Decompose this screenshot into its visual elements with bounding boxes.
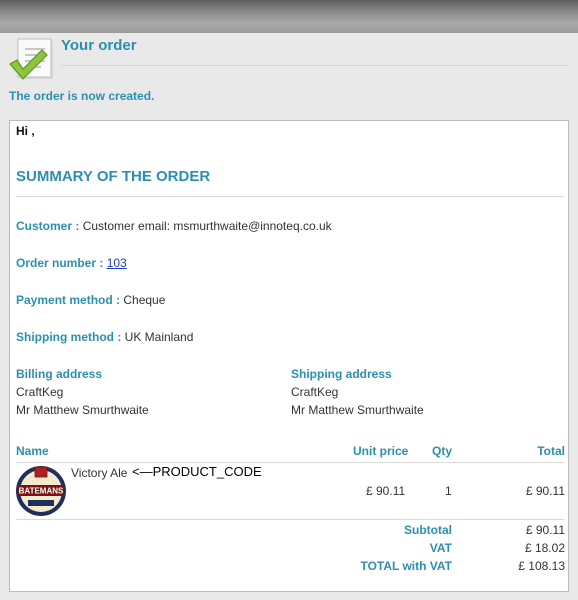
billing-address-line: Mr Matthew Smurthwaite — [16, 403, 149, 417]
column-header-total: Total — [537, 444, 565, 458]
product-unit-price: £ 90.11 — [366, 484, 406, 498]
order-created-notice: The order is now created. — [9, 89, 155, 103]
shipping-method-label: Shipping method : — [16, 330, 122, 344]
total-with-vat-value: £ 108.13 — [518, 559, 565, 573]
order-number-link[interactable]: 103 — [107, 256, 127, 270]
billing-address-line: CraftKeg — [16, 385, 64, 399]
product-qty: 1 — [445, 484, 452, 498]
product-image: BATEMANS — [16, 466, 66, 516]
vat-value: £ 18.02 — [524, 541, 565, 555]
payment-method-label: Payment method : — [16, 293, 121, 307]
table-header-divider — [16, 462, 564, 463]
total-with-vat-label: TOTAL with VAT — [360, 559, 452, 573]
shipping-address-heading: Shipping address — [291, 367, 392, 381]
product-code: <—PRODUCT_CODE — [132, 464, 262, 479]
title-divider — [61, 65, 567, 66]
order-number-label: Order number : — [16, 256, 104, 270]
shipping-method-row: Shipping method : UK Mainland — [16, 330, 193, 344]
top-bar — [0, 0, 578, 33]
product-image-brand: BATEMANS — [19, 487, 64, 496]
summary-divider — [16, 196, 564, 197]
customer-row: Customer : Customer email: msmurthwaite@… — [16, 219, 332, 233]
payment-method-value: Cheque — [123, 293, 166, 307]
column-header-qty: Qty — [432, 444, 453, 458]
customer-label: Customer : — [16, 219, 80, 233]
subtotal-label: Subtotal — [404, 523, 452, 537]
table-body-divider — [16, 519, 564, 520]
payment-method-row: Payment method : Cheque — [16, 293, 165, 307]
column-header-unit-price: Unit price — [353, 444, 409, 458]
product-name: Victory Ale — [71, 466, 128, 480]
shipping-address-line: Mr Matthew Smurthwaite — [291, 403, 424, 417]
subtotal-value: £ 90.11 — [525, 523, 565, 537]
order-number-row: Order number : 103 — [16, 256, 127, 270]
product-total: £ 90.11 — [525, 484, 565, 498]
vat-label: VAT — [429, 541, 452, 555]
billing-address-heading: Billing address — [16, 367, 103, 381]
greeting: Hi , — [16, 124, 35, 138]
column-header-name: Name — [16, 444, 49, 458]
checked-document-icon — [9, 38, 53, 80]
shipping-address-line: CraftKeg — [291, 385, 339, 399]
customer-value: Customer email: msmurthwaite@innoteq.co.… — [82, 219, 332, 233]
shipping-method-value: UK Mainland — [124, 330, 194, 344]
page-title: Your order — [61, 37, 137, 54]
summary-heading: SUMMARY OF THE ORDER — [16, 168, 211, 185]
order-summary-panel: Hi , SUMMARY OF THE ORDER Customer : Cus… — [9, 120, 569, 592]
